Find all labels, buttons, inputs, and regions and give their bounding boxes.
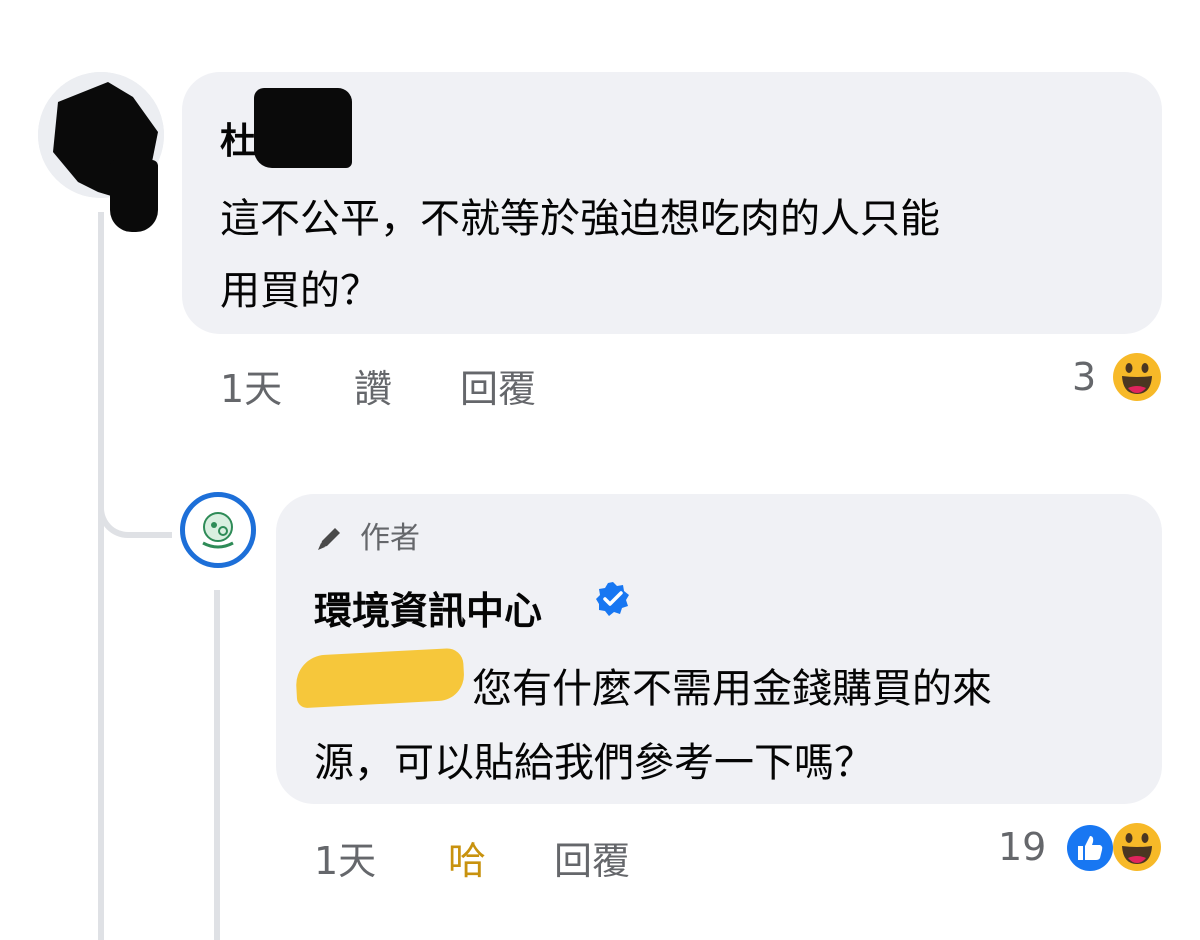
reply-text-line-1: 您有什麼不需用金錢購買的來 xyxy=(472,666,992,712)
like-icon[interactable] xyxy=(1066,824,1114,872)
comment-timestamp[interactable]: 1天 xyxy=(220,370,282,408)
haha-icon[interactable] xyxy=(1112,352,1162,402)
redaction-tail xyxy=(110,160,158,232)
page-avatar[interactable] xyxy=(180,492,256,568)
comment-text-line-2: 用買的？ xyxy=(220,268,380,314)
page-logo-icon xyxy=(190,502,246,558)
like-button[interactable]: 讚 xyxy=(354,370,392,408)
author-badge: 作者 xyxy=(360,521,420,556)
reaction-count[interactable]: 3 xyxy=(1072,358,1096,396)
reply-button-2[interactable]: 回覆 xyxy=(554,842,630,880)
thread-line-reply xyxy=(214,590,220,940)
thread-line-branch xyxy=(98,480,172,538)
reply-text-line-2: 源，可以貼給我們參考一下嗎？ xyxy=(314,740,874,786)
page-name[interactable]: 環境資訊中心 xyxy=(314,580,542,635)
reaction-count-2[interactable]: 19 xyxy=(998,828,1046,866)
pencil-icon xyxy=(318,528,340,550)
comment-author[interactable]: 杜 xyxy=(220,112,256,164)
thread-line-main xyxy=(98,212,104,940)
reply-timestamp[interactable]: 1天 xyxy=(314,842,376,880)
comment-text-line-1: 這不公平，不就等於強迫想吃肉的人只能 xyxy=(220,196,940,242)
verified-badge-icon xyxy=(596,582,629,616)
haha-reaction-button[interactable]: 哈 xyxy=(448,842,486,880)
reply-button[interactable]: 回覆 xyxy=(460,370,536,408)
mention-redaction xyxy=(294,647,466,709)
name-redaction xyxy=(254,88,352,168)
haha-icon-2[interactable] xyxy=(1112,822,1162,872)
